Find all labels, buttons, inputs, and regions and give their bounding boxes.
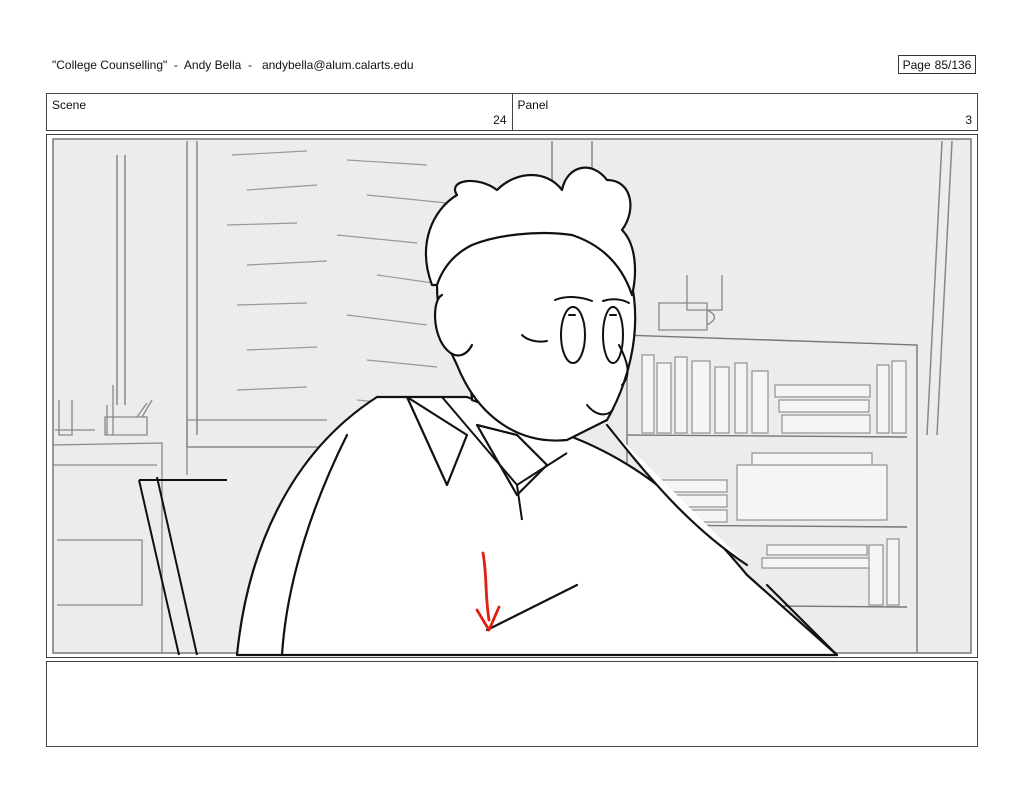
panel-label: Panel [517,98,549,112]
storyboard-sketch-illustration [52,138,972,657]
page-label: Page [902,57,931,72]
document-header-title: "College Counselling" - Andy Bella - and… [52,58,414,72]
scene-cell: Scene 24 [47,94,512,130]
page-value: 85/136 [934,57,972,72]
storyboard-panel-frame [46,134,978,658]
scene-panel-info-row: Scene 24 Panel 3 [46,93,978,131]
panel-notes-box [46,661,978,747]
panel-cell: Panel 3 [511,94,978,130]
scene-label: Scene [52,98,87,112]
scene-number: 24 [493,113,507,127]
page-counter: Page 85/136 [898,55,976,74]
panel-number: 3 [965,113,972,127]
